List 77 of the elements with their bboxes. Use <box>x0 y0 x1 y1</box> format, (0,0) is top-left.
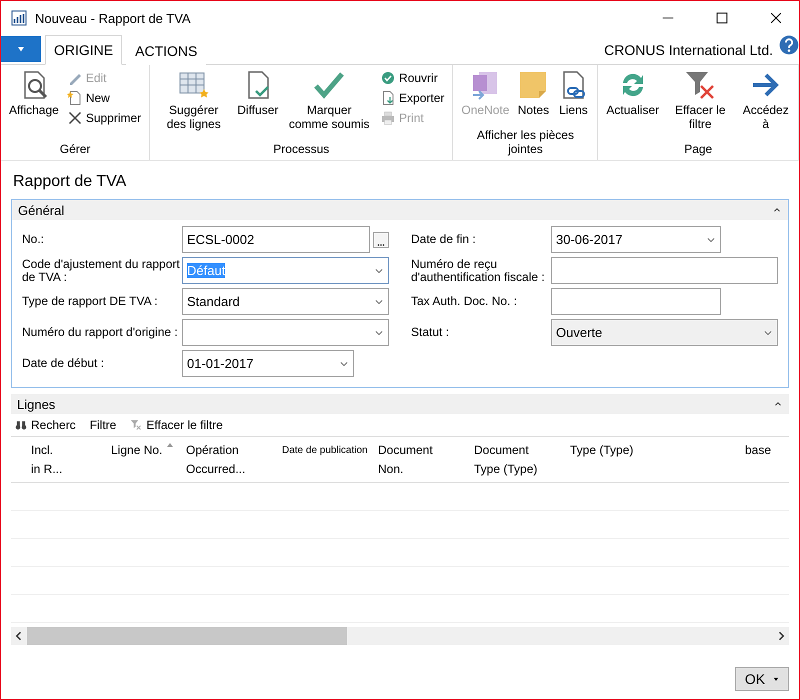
ribbon-button[interactable]: New <box>64 89 144 107</box>
group-label: Gérer <box>58 142 92 158</box>
horizontal-scrollbar[interactable] <box>11 627 789 645</box>
group-label: Afficher les pièces jointes <box>476 128 575 158</box>
field-value: 01-01-2017 <box>187 356 254 371</box>
ribbon-button[interactable]: Effacer le filtre <box>665 67 736 142</box>
section-title: Lignes <box>17 396 56 412</box>
caret-icon <box>773 676 780 682</box>
funnel-x-icon <box>684 69 716 101</box>
field-value: Défaut <box>187 263 226 278</box>
date-field[interactable]: 01-01-2017 <box>182 350 354 377</box>
field-label: No.: <box>22 233 46 246</box>
dropdown-field[interactable] <box>182 319 389 346</box>
printer-icon <box>380 110 396 126</box>
ribbon-button[interactable]: Rouvrir <box>378 69 446 87</box>
toolbar-button[interactable]: Recherc <box>13 418 78 432</box>
section-header[interactable]: Lignes <box>11 394 789 414</box>
window-title: Nouveau - Rapport de TVA <box>35 10 192 26</box>
sort-up-icon <box>166 441 174 449</box>
scrollbar-thumb[interactable] <box>27 627 347 645</box>
field-label: Date de fin : <box>411 233 477 246</box>
column-header[interactable]: Document Type (Type) <box>474 437 570 482</box>
field-value: Standard <box>187 294 240 309</box>
new-page-icon <box>66 90 83 106</box>
section-title: Général <box>18 202 64 218</box>
field-label: Type de rapport DE TVA : <box>22 295 159 308</box>
field-label: Numéro du rapport d'origine : <box>22 326 179 339</box>
reopen-icon <box>380 70 396 86</box>
group-label: Page <box>683 142 714 158</box>
dropdown-field[interactable]: Standard <box>182 288 389 315</box>
binoculars-icon <box>15 419 27 431</box>
ribbon-button[interactable]: Notes <box>515 67 552 128</box>
toolbar-button[interactable]: Effacer le filtre <box>128 418 225 432</box>
ribbon-button[interactable]: Suggérer des lignes <box>156 67 232 142</box>
ok-button[interactable]: OK <box>735 667 789 691</box>
lookup-button[interactable] <box>373 232 389 248</box>
caret-icon <box>16 45 26 53</box>
column-header[interactable]: Incl. in R... <box>31 437 111 482</box>
field-label: Statut : <box>411 326 450 339</box>
input-field[interactable]: ECSL-0002 <box>182 226 370 253</box>
column-header[interactable]: Date de publication <box>282 437 378 482</box>
company-name: CRONUS International Ltd. <box>604 42 773 58</box>
field-label: Code d'ajustement du rapport de TVA : <box>22 258 181 284</box>
field-value: Ouverte <box>556 325 602 340</box>
ribbon-tab[interactable]: ORIGINE <box>45 35 122 65</box>
funnel-x-icon <box>130 419 142 431</box>
export-icon <box>380 90 396 106</box>
close-icon <box>770 12 782 24</box>
column-header[interactable]: Ligne No. <box>111 437 186 482</box>
column-header[interactable]: Type (Type) <box>570 437 745 482</box>
section-header[interactable]: Général <box>12 200 788 220</box>
group-label: Processus <box>272 142 330 158</box>
input-field[interactable] <box>551 257 778 284</box>
field-label: Numéro de reçu d'authentification fiscale : <box>411 258 546 284</box>
field-value: ECSL-0002 <box>187 232 254 247</box>
maximize-icon <box>716 12 728 24</box>
column-header[interactable]: base <box>745 437 789 482</box>
column-header[interactable]: Opération Occurred... <box>186 437 282 482</box>
dropdown-field[interactable]: Ouverte <box>551 319 778 346</box>
ribbon-button[interactable]: Actualiser <box>604 67 662 142</box>
field-label: Tax Auth. Doc. No. : <box>411 295 518 308</box>
ribbon-button[interactable]: Affichage <box>7 67 61 142</box>
column-header[interactable]: Document Non. <box>378 437 474 482</box>
page-title: Rapport de TVA <box>13 173 128 191</box>
field-value: 30-06-2017 <box>556 232 622 247</box>
date-field[interactable]: 30-06-2017 <box>551 226 721 253</box>
ribbon-button[interactable]: Liens <box>555 67 592 128</box>
ribbon-button[interactable]: Accédez à <box>739 67 792 142</box>
field-label: Date de début : <box>22 357 106 370</box>
ribbon-button[interactable]: Diffuser <box>235 67 280 142</box>
ribbon-button[interactable]: Exporter <box>378 89 446 107</box>
ribbon-button[interactable]: Supprimer <box>64 109 144 127</box>
input-field[interactable] <box>551 288 721 315</box>
app-logo-icon <box>11 10 27 26</box>
delete-icon <box>66 110 83 126</box>
toolbar-button[interactable]: Filtre <box>88 418 118 432</box>
ribbon-button[interactable]: Marquer comme soumis <box>284 67 374 142</box>
